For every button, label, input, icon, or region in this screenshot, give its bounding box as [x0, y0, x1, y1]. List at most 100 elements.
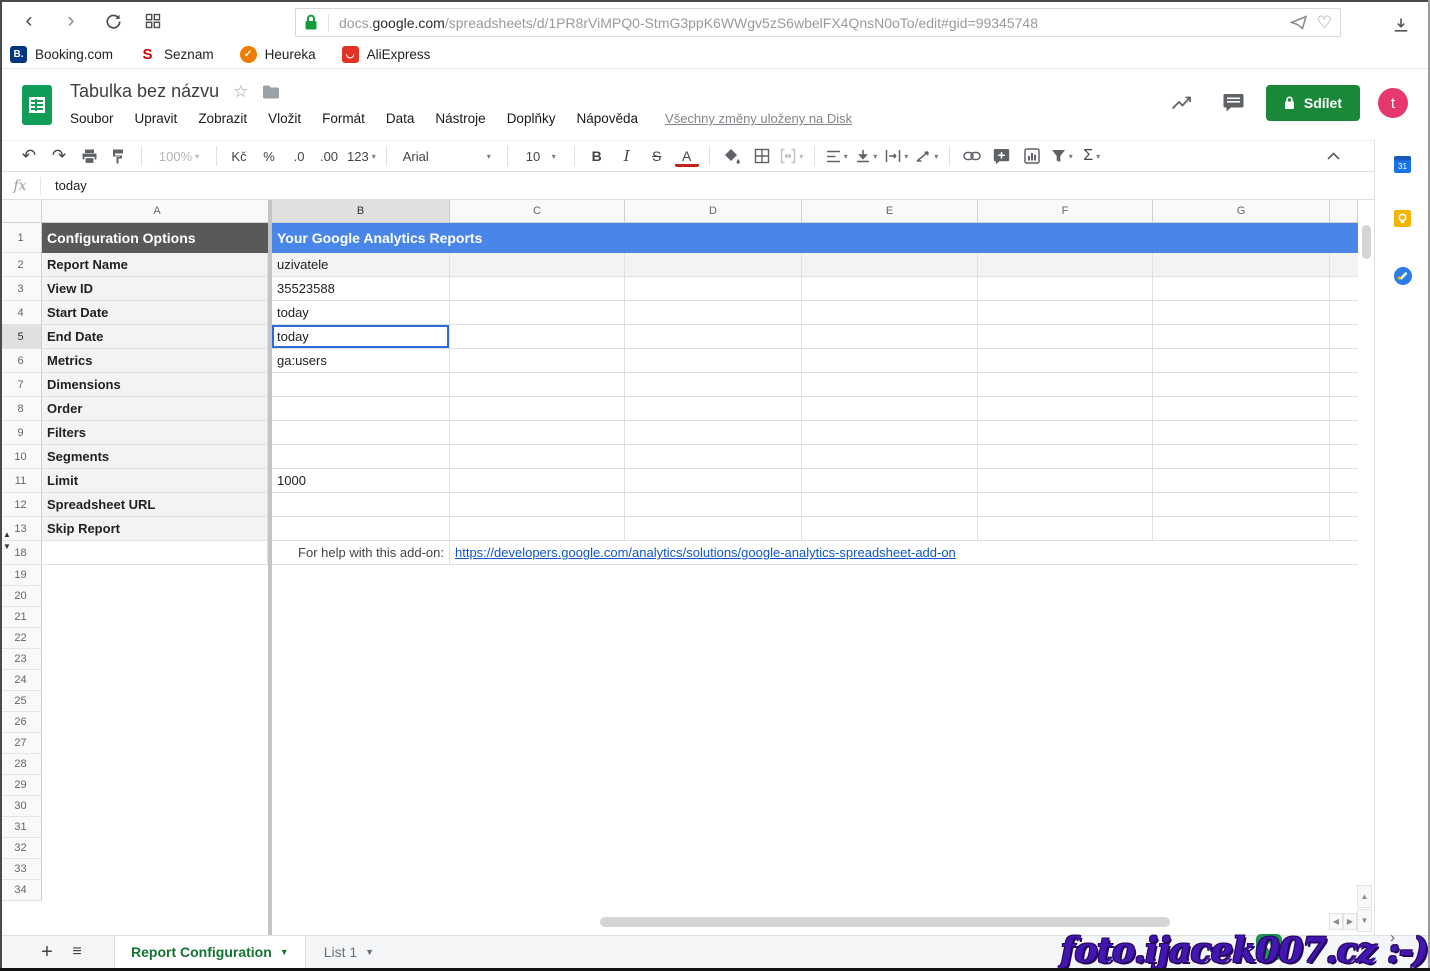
move-folder-icon[interactable]	[262, 85, 280, 99]
empty-cell[interactable]	[802, 445, 978, 469]
bookmark-item[interactable]: B.Booking.com	[10, 46, 113, 63]
column-header-B[interactable]: B	[272, 200, 450, 223]
decrease-decimal-button[interactable]: .0	[287, 144, 311, 168]
empty-cell[interactable]	[978, 373, 1153, 397]
empty-cell[interactable]	[42, 817, 1358, 838]
back-button[interactable]: ‹	[14, 6, 44, 36]
empty-cell[interactable]	[625, 445, 802, 469]
share-button[interactable]: Sdílet	[1266, 85, 1360, 121]
row-header-20[interactable]: 20	[0, 586, 42, 607]
menu-napoveda[interactable]: Nápověda	[576, 111, 638, 126]
scroll-up-button[interactable]: ▲	[1357, 885, 1372, 908]
address-bar[interactable]: docs.google.com/spreadsheets/d/1PR8rViMP…	[295, 8, 1341, 37]
collapse-toolbar-icon[interactable]	[1321, 144, 1345, 168]
cell-a1-configuration-options[interactable]: Configuration Options	[42, 223, 268, 253]
menu-data[interactable]: Data	[386, 111, 415, 126]
empty-cell[interactable]	[802, 373, 978, 397]
empty-cell[interactable]	[1330, 349, 1358, 373]
paint-format-button[interactable]	[107, 144, 131, 168]
text-rotation-button[interactable]: ▾	[915, 144, 939, 168]
empty-cell[interactable]	[802, 421, 978, 445]
tasks-icon[interactable]	[1394, 267, 1412, 285]
bookmark-item[interactable]: ◡AliExpress	[342, 46, 431, 63]
empty-cell[interactable]	[978, 397, 1153, 421]
downloads-button[interactable]	[1386, 10, 1416, 40]
bookmark-item[interactable]: ✓Heureka	[240, 46, 316, 63]
empty-cell[interactable]	[1153, 349, 1330, 373]
help-label-cell[interactable]: For help with this add-on:	[272, 541, 450, 565]
all-sheets-menu-button[interactable]: ≡	[62, 936, 92, 968]
frozen-column-divider[interactable]	[268, 200, 272, 935]
menu-zobrazit[interactable]: Zobrazit	[198, 111, 247, 126]
empty-cell[interactable]	[978, 421, 1153, 445]
column-header-A[interactable]: A	[42, 200, 272, 223]
fill-color-button[interactable]	[720, 144, 744, 168]
row-header-8[interactable]: 8	[0, 397, 42, 421]
empty-cell[interactable]	[978, 445, 1153, 469]
column-header-partial[interactable]	[1330, 200, 1358, 223]
empty-cell[interactable]	[450, 493, 625, 517]
config-value-cell[interactable]: today	[272, 325, 450, 349]
row-header-1[interactable]: 1	[0, 223, 42, 253]
config-label-cell[interactable]: Skip Report	[42, 517, 268, 541]
percent-format-button[interactable]: %	[257, 144, 281, 168]
vertical-align-button[interactable]: ▾	[855, 144, 879, 168]
empty-cell[interactable]	[802, 349, 978, 373]
empty-cell[interactable]	[802, 277, 978, 301]
row-header-26[interactable]: 26	[0, 712, 42, 733]
zoom-select[interactable]: 100%▾	[152, 144, 206, 168]
empty-cell[interactable]	[625, 253, 802, 277]
empty-cell[interactable]	[450, 421, 625, 445]
empty-cell[interactable]	[450, 325, 625, 349]
empty-cell[interactable]	[450, 253, 625, 277]
empty-cell[interactable]	[450, 445, 625, 469]
grid-corner[interactable]	[0, 200, 42, 223]
config-value-cell[interactable]	[272, 493, 450, 517]
empty-cell[interactable]	[42, 838, 1358, 859]
bookmark-item[interactable]: SSeznam	[139, 46, 214, 63]
row-header-2[interactable]: 2	[0, 253, 42, 277]
empty-cell[interactable]	[625, 373, 802, 397]
column-header-E[interactable]: E	[802, 200, 978, 223]
empty-cell[interactable]	[450, 397, 625, 421]
menu-format[interactable]: Formát	[322, 111, 365, 126]
comment-history-icon[interactable]	[1223, 93, 1244, 113]
empty-cell[interactable]	[1330, 277, 1358, 301]
bold-button[interactable]: B	[585, 144, 609, 168]
config-label-cell[interactable]: View ID	[42, 277, 268, 301]
empty-cell[interactable]	[1153, 421, 1330, 445]
undo-button[interactable]: ↶	[17, 144, 41, 168]
row-header-21[interactable]: 21	[0, 607, 42, 628]
borders-button[interactable]	[750, 144, 774, 168]
empty-cell[interactable]	[625, 517, 802, 541]
row-header-11[interactable]: 11	[0, 469, 42, 493]
save-status-link[interactable]: Všechny změny uloženy na Disk	[665, 111, 852, 126]
column-header-D[interactable]: D	[625, 200, 802, 223]
empty-cell[interactable]	[1330, 373, 1358, 397]
sheet-tab-active[interactable]: Report Configuration ▼	[114, 936, 306, 968]
empty-cell[interactable]	[450, 277, 625, 301]
row-header-27[interactable]: 27	[0, 733, 42, 754]
text-wrap-button[interactable]: ▾	[885, 144, 909, 168]
config-value-cell[interactable]	[272, 517, 450, 541]
sheet-tab-inactive[interactable]: List 1 ▼	[306, 936, 392, 968]
empty-cell[interactable]	[1153, 277, 1330, 301]
row-header-6[interactable]: 6	[0, 349, 42, 373]
empty-cell[interactable]	[1330, 445, 1358, 469]
empty-cell[interactable]	[978, 253, 1153, 277]
hidden-rows-expand-up-icon[interactable]: ▲	[3, 531, 11, 539]
empty-cell[interactable]	[42, 586, 1358, 607]
config-value-cell[interactable]	[272, 373, 450, 397]
config-label-cell[interactable]: Dimensions	[42, 373, 268, 397]
config-label-cell[interactable]: Spreadsheet URL	[42, 493, 268, 517]
config-label-cell[interactable]: Filters	[42, 421, 268, 445]
empty-cell[interactable]	[978, 301, 1153, 325]
italic-button[interactable]: I	[615, 144, 639, 168]
merge-cells-button[interactable]: ▾	[780, 144, 804, 168]
empty-cell[interactable]	[42, 565, 1358, 586]
config-label-cell[interactable]: Order	[42, 397, 268, 421]
empty-cell[interactable]	[625, 469, 802, 493]
tab-dropdown-icon[interactable]: ▼	[280, 947, 289, 957]
column-header-C[interactable]: C	[450, 200, 625, 223]
menu-vlozit[interactable]: Vložit	[268, 111, 301, 126]
